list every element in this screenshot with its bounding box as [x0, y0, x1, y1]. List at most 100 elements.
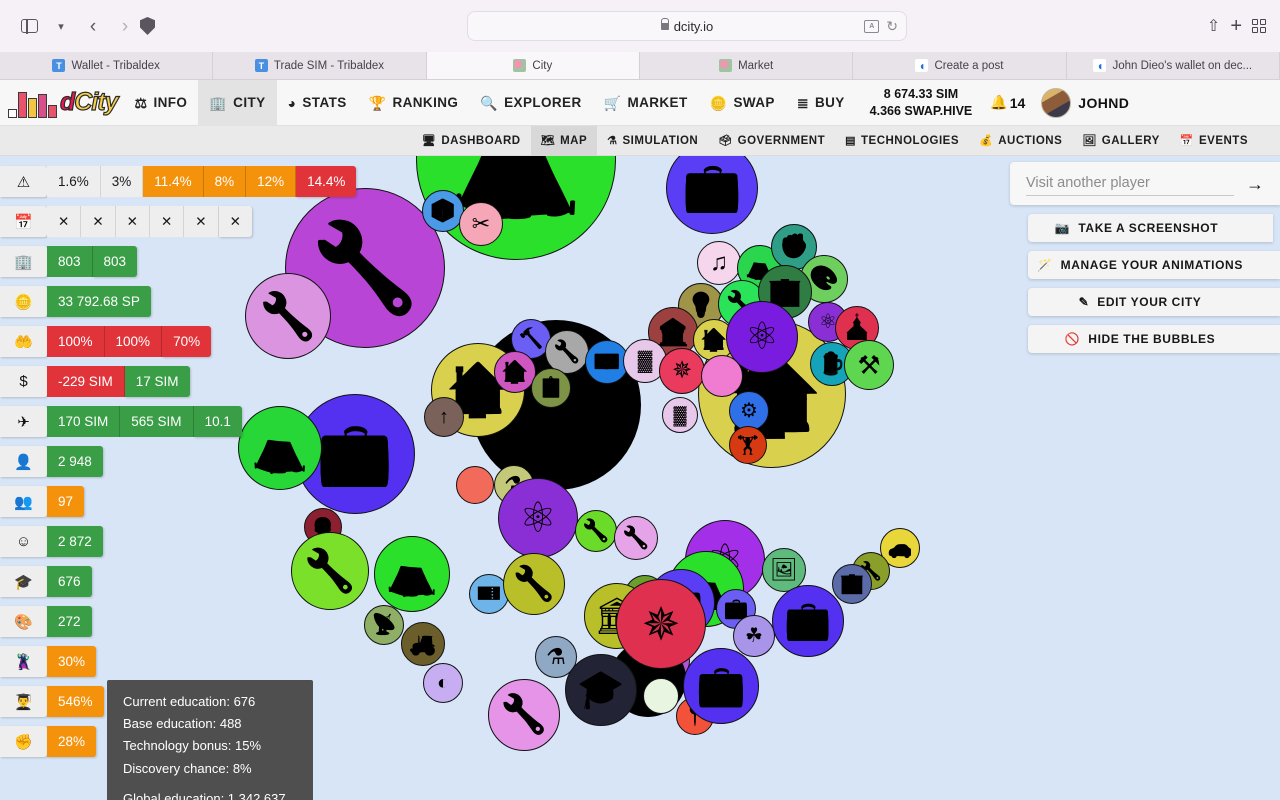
stat-cell[interactable]: 14.4%: [296, 166, 357, 197]
subnav-item-map[interactable]: 🗺 MAP: [530, 125, 598, 156]
browser-tab[interactable]: Market: [640, 52, 854, 79]
stat-cell[interactable]: 803: [47, 246, 93, 277]
visit-player-input[interactable]: [1026, 173, 1234, 196]
nav-item-ranking[interactable]: 🏆 RANKING: [358, 80, 470, 126]
city-bubble[interactable]: 📡: [364, 605, 404, 645]
subnav-item-simulation[interactable]: ⚗ SIMULATION: [597, 126, 708, 156]
stat-cell[interactable]: ✕: [115, 206, 150, 237]
dcity-logo[interactable]: dCity: [0, 88, 124, 118]
browser-tab[interactable]: T Trade SIM - Tribaldex: [213, 52, 427, 79]
city-bubble[interactable]: 🔧: [614, 516, 658, 560]
city-bubble[interactable]: ⚒: [844, 340, 894, 390]
address-bar[interactable]: dcity.io A ↻: [466, 11, 907, 41]
subnav-item-dashboard[interactable]: 🖥 DASHBOARD: [412, 126, 531, 156]
stat-cell[interactable]: 565 SIM: [120, 406, 194, 437]
subnav-item-auctions[interactable]: 💰 AUCTIONS: [969, 126, 1072, 156]
browser-tab[interactable]: ◖ Create a post: [853, 52, 1067, 79]
stat-cell[interactable]: 2 948: [47, 446, 103, 477]
stat-cell[interactable]: 12%: [246, 166, 297, 197]
city-bubble[interactable]: ⛺: [374, 536, 450, 612]
user-menu[interactable]: JOHND: [1041, 87, 1129, 118]
city-bubble[interactable]: ⚙: [729, 391, 769, 431]
nav-item-explorer[interactable]: 🔍 EXPLORER: [469, 80, 592, 126]
subnav-item-technologies[interactable]: ▤ TECHNOLOGIES: [835, 126, 969, 156]
city-bubble[interactable]: ♫: [697, 241, 741, 285]
sidebar-toggle-icon[interactable]: [14, 11, 44, 41]
stat-cell[interactable]: 100%: [104, 326, 163, 357]
forward-arrow-icon[interactable]: ›: [110, 11, 140, 41]
city-bubble[interactable]: 🏋: [729, 426, 767, 464]
city-bubble[interactable]: 🏠: [494, 351, 536, 393]
subnav-item-gallery[interactable]: 🖼 GALLERY: [1072, 126, 1170, 156]
stat-cell[interactable]: 803: [92, 246, 138, 277]
plus-icon[interactable]: +: [1230, 15, 1242, 38]
stat-cell[interactable]: 676: [47, 566, 92, 597]
city-bubble[interactable]: 🎓: [565, 654, 637, 726]
stat-row[interactable]: 🪙 33 792.68 SP: [0, 286, 356, 317]
stat-cell[interactable]: 33 792.68 SP: [47, 286, 151, 317]
stat-cell[interactable]: 30%: [47, 646, 97, 677]
panel-button-manage-your-animations[interactable]: 🪄 MANAGE YOUR ANIMATIONS: [1028, 251, 1280, 279]
stat-cell[interactable]: ✕: [149, 206, 185, 237]
stat-row[interactable]: 🤲 100% 100% 70%: [0, 326, 356, 357]
stat-row[interactable]: $ -229 SIM 17 SIM: [0, 366, 356, 397]
back-arrow-icon[interactable]: ‹: [78, 11, 108, 41]
subnav-item-events[interactable]: 📅 EVENTS: [1170, 126, 1258, 156]
city-bubble[interactable]: 💼: [666, 156, 758, 234]
notifications-button[interactable]: 🔔 14: [990, 94, 1025, 111]
stat-row[interactable]: 🏢 803 803: [0, 246, 356, 277]
subnav-item-government[interactable]: 🗳 GOVERNMENT: [708, 126, 835, 156]
city-bubble[interactable]: 💼: [772, 585, 844, 657]
city-bubble[interactable]: ◐: [423, 663, 463, 703]
stat-cell[interactable]: -229 SIM: [47, 366, 125, 397]
shield-icon[interactable]: [140, 17, 155, 35]
stat-row[interactable]: ☺ 2 872: [0, 526, 356, 557]
city-bubble[interactable]: 🔧: [503, 553, 565, 615]
stat-cell[interactable]: 70%: [162, 326, 212, 357]
city-bubble[interactable]: [701, 355, 743, 397]
nav-item-stats[interactable]: ◕ STATS: [277, 80, 358, 126]
chevron-down-icon[interactable]: ▾: [46, 11, 76, 41]
stat-row[interactable]: ⚠ 1.6% 3% 11.4% 8% 12% 14.4%: [0, 166, 357, 197]
stat-row[interactable]: ✈ 170 SIM 565 SIM 10.1: [0, 406, 356, 437]
translate-icon[interactable]: A: [864, 19, 880, 33]
stat-cell[interactable]: ✕: [218, 206, 252, 237]
reload-icon[interactable]: ↻: [886, 18, 898, 35]
stat-cell[interactable]: 170 SIM: [47, 406, 121, 437]
nav-item-buy[interactable]: ≣ BUY: [786, 80, 856, 126]
city-bubble[interactable]: ✂: [459, 202, 503, 246]
city-bubble[interactable]: [643, 678, 679, 714]
nav-item-market[interactable]: 🛒 MARKET: [593, 80, 699, 126]
city-bubble[interactable]: ✵: [616, 579, 706, 669]
nav-item-info[interactable]: ⚖ INFO: [124, 80, 199, 126]
city-bubble[interactable]: 💼: [683, 648, 759, 724]
city-bubble[interactable]: 📋: [531, 368, 571, 408]
browser-tab[interactable]: City: [426, 52, 640, 79]
stat-cell[interactable]: 2 872: [47, 526, 103, 557]
city-bubble[interactable]: ☘: [733, 615, 775, 657]
panel-button-take-a-screenshot[interactable]: 📷 TAKE A SCREENSHOT: [1028, 214, 1273, 242]
stat-cell[interactable]: 272: [47, 606, 92, 637]
panel-button-edit-your-city[interactable]: ✎ EDIT YOUR CITY: [1028, 288, 1280, 316]
stat-cell[interactable]: 100%: [47, 326, 105, 357]
nav-item-swap[interactable]: 🪙 SWAP: [699, 80, 786, 126]
stat-cell[interactable]: ✕: [81, 206, 116, 237]
nav-item-city[interactable]: 🏢 CITY: [198, 79, 277, 126]
city-bubble[interactable]: 🔧: [575, 510, 617, 552]
stat-cell[interactable]: 546%: [47, 686, 104, 717]
stat-row[interactable]: 📅 ✕ ✕ ✕ ✕ ✕ ✕: [0, 206, 356, 237]
browser-tab[interactable]: T Wallet - Tribaldex: [0, 52, 214, 79]
stat-row[interactable]: 👥 97: [0, 486, 356, 517]
city-bubble[interactable]: ⚛: [498, 478, 578, 558]
stat-cell[interactable]: 8%: [203, 166, 247, 197]
city-bubble[interactable]: 🚜: [401, 622, 445, 666]
stat-row[interactable]: 🦹 30%: [0, 646, 356, 677]
city-bubble[interactable]: ↑: [424, 397, 464, 437]
city-bubble[interactable]: 📦: [422, 190, 464, 232]
stat-cell[interactable]: 10.1: [193, 406, 242, 437]
stat-row[interactable]: 🎓 676: [0, 566, 356, 597]
stat-row[interactable]: 🎨 272: [0, 606, 356, 637]
stat-cell[interactable]: 3%: [100, 166, 144, 197]
arrow-right-icon[interactable]: →: [1234, 174, 1270, 195]
stat-cell[interactable]: 1.6%: [47, 166, 101, 197]
